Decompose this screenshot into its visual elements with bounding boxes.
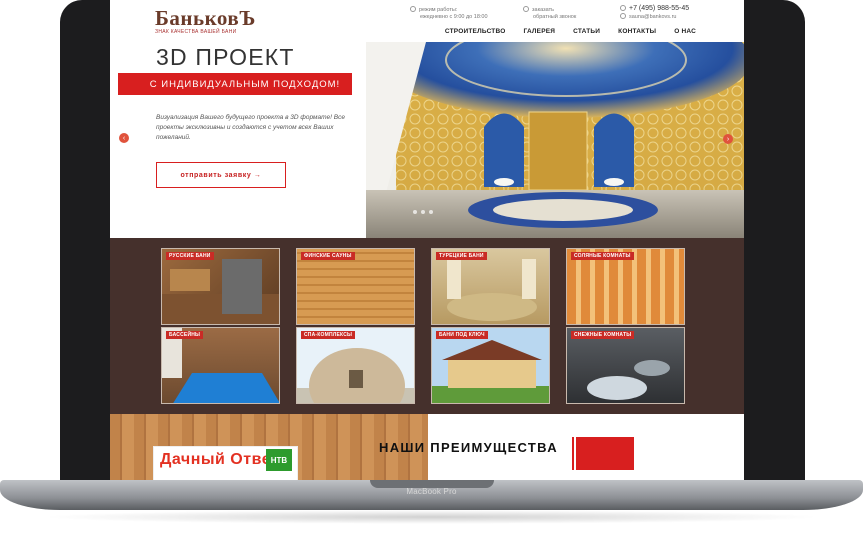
hero-title: 3D ПРОЕКТ <box>156 44 295 70</box>
category-russian-baths[interactable]: РУССКИЕ БАНИ <box>161 248 280 325</box>
russian-bath-photo <box>162 259 279 324</box>
slider-next-arrow[interactable]: › <box>723 134 733 144</box>
category-label: СОЛЯНЫЕ КОМНАТЫ <box>571 252 634 260</box>
tv-show-title: Дачный Ответ <box>160 451 280 468</box>
category-label: СПА-КОМПЛЕКСЫ <box>301 331 356 339</box>
headset-icon <box>523 6 529 12</box>
advantages-red-block <box>572 437 634 470</box>
slider-dot[interactable] <box>429 210 433 214</box>
nav-item-about[interactable]: О НАС <box>674 28 696 35</box>
ntv-logo: НТВ <box>266 449 292 471</box>
email-link[interactable]: sauna@bankovs.ru <box>620 13 677 20</box>
hero-description: Визуализация Вашего будущего проекта в 3… <box>156 114 345 141</box>
category-snow-rooms[interactable]: СНЕЖНЫЕ КОМНАТЫ <box>566 327 685 404</box>
email-text: sauna@bankovs.ru <box>629 14 677 20</box>
laptop-shadow <box>40 510 823 524</box>
phone-icon <box>620 5 626 11</box>
categories-section: РУССКИЕ БАНИ ФИНСКИЕ САУНЫ ТУРЕЦКИЕ БАНИ… <box>110 238 744 414</box>
contact-info: +7 (495) 988-55-45 sauna@bankovs.ru <box>620 5 689 21</box>
pool-photo <box>162 328 279 403</box>
site-logo[interactable]: БаньковЪ ЗНАК КАЧЕСТВА ВАШЕЙ БАНИ <box>155 6 256 35</box>
category-label: ФИНСКИЕ САУНЫ <box>301 252 355 260</box>
hero-slider-image: › <box>366 42 744 238</box>
nav-item-contacts[interactable]: КОНТАКТЫ <box>618 28 656 35</box>
advantages-title: НАШИ ПРЕИМУЩЕСТВА <box>379 440 558 455</box>
hours-label: режим работы: <box>419 7 458 13</box>
mail-icon <box>620 13 626 19</box>
turnkey-house-photo <box>432 340 549 403</box>
clock-icon <box>410 6 416 12</box>
nav-item-articles[interactable]: СТАТЬИ <box>573 28 600 35</box>
nav-item-construction[interactable]: СТРОИТЕЛЬСТВО <box>445 28 506 35</box>
send-request-button[interactable]: отправить заявку → <box>156 162 286 188</box>
category-turnkey-baths[interactable]: БАНИ ПОД КЛЮЧ <box>431 327 550 404</box>
category-label: РУССКИЕ БАНИ <box>166 252 214 260</box>
category-label: СНЕЖНЫЕ КОМНАТЫ <box>571 331 635 339</box>
hero-text-panel: 3D ПРОЕКТ С ИНДИВИДУАЛЬНЫМ ПОДХОДОМ! Виз… <box>110 42 366 238</box>
category-label: ТУРЕЦКИЕ БАНИ <box>436 252 487 260</box>
logo-title: БаньковЪ <box>155 6 256 30</box>
phone-number[interactable]: +7 (495) 988-55-45 <box>620 5 689 12</box>
category-spa-complexes[interactable]: СПА-КОМПЛЕКСЫ <box>296 327 415 404</box>
category-pools[interactable]: БАССЕЙНЫ <box>161 327 280 404</box>
tv-promo-banner[interactable]: Дачный Ответ НТВ <box>153 446 298 482</box>
callback-label: заказать <box>532 7 554 13</box>
website-screen: БаньковЪ ЗНАК КАЧЕСТВА ВАШЕЙ БАНИ режим … <box>110 0 744 482</box>
snow-room-photo <box>587 360 670 400</box>
slider-dot[interactable] <box>413 210 417 214</box>
category-salt-rooms[interactable]: СОЛЯНЫЕ КОМНАТЫ <box>566 248 685 325</box>
turkish-bath-photo <box>447 259 537 321</box>
device-label: MacBook Pro <box>406 487 457 496</box>
callback-link[interactable]: заказать обратный звонок <box>523 6 576 21</box>
category-turkish-baths[interactable]: ТУРЕЦКИЕ БАНИ <box>431 248 550 325</box>
slider-dots <box>413 210 433 214</box>
slider-prev-arrow[interactable]: ‹ <box>119 133 129 143</box>
hero-subtitle-banner: С ИНДИВИДУАЛЬНЫМ ПОДХОДОМ! <box>118 73 352 95</box>
main-nav: СТРОИТЕЛЬСТВО ГАЛЕРЕЯ СТАТЬИ КОНТАКТЫ О … <box>445 28 696 35</box>
phone-text: +7 (495) 988-55-45 <box>629 5 690 12</box>
callback-sub: обратный звонок <box>533 14 577 20</box>
category-finnish-saunas[interactable]: ФИНСКИЕ САУНЫ <box>296 248 415 325</box>
laptop-frame: БаньковЪ ЗНАК КАЧЕСТВА ВАШЕЙ БАНИ режим … <box>0 0 863 554</box>
hammam-illustration <box>366 42 744 238</box>
category-label: БАНИ ПОД КЛЮЧ <box>436 331 488 339</box>
category-label: БАССЕЙНЫ <box>166 331 204 339</box>
slider-dot[interactable] <box>421 210 425 214</box>
spa-dome-photo <box>297 348 414 403</box>
working-hours: режим работы: ежедневно с 9:00 до 18:00 <box>410 6 488 21</box>
hours-value: ежедневно с 9:00 до 18:00 <box>420 14 488 20</box>
nav-item-gallery[interactable]: ГАЛЕРЕЯ <box>523 28 555 35</box>
